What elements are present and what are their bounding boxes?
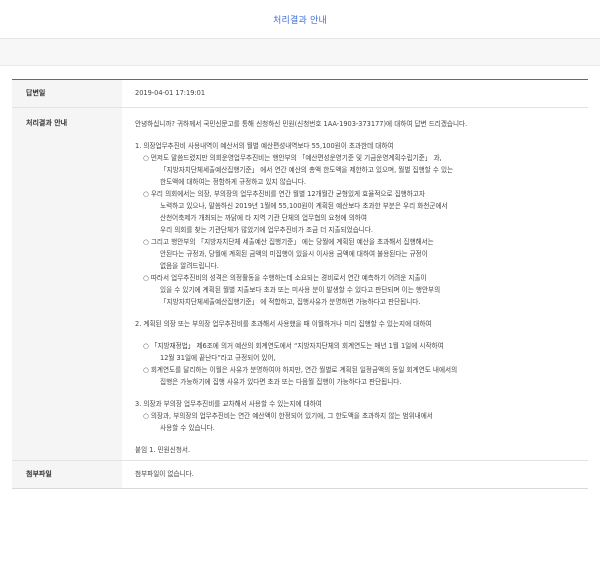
page-header: 처리결과 안내 (0, 0, 600, 39)
content-line: 한도액에 대하여는 정함하게 규정하고 있지 않습니다. (160, 178, 307, 186)
content-line: ○ 「지방재정법」 제6조에 의거 예산의 회계연도에서 “지방자치단체의 회계… (143, 342, 444, 350)
result-content-body: 안녕하십니까? 귀하께서 국민신문고를 통해 신청하신 민원(신청번호 1AA-… (122, 108, 588, 460)
content-line: 12월 31일에 끝난다”라고 규정되어 있어, (160, 354, 276, 362)
result-table: 답변일 2019-04-01 17:19:01 처리결과 안내 안녕하십니까? … (12, 79, 588, 489)
content-line: 안된다는 규정과, 당월에 계획된 금액의 미집행이 있을시 이사용 금액에 대… (160, 250, 428, 258)
result-content-row: 처리결과 안내 안녕하십니까? 귀하께서 국민신문고를 통해 신청하신 민원(신… (12, 108, 588, 461)
content-line: 1. 의장업무추진비 사용내역이 예산서의 월별 예산편성내역보다 55,100… (135, 142, 394, 150)
content-line: 붙임 1. 민원신청서. (135, 446, 191, 454)
content-line: 우리 의회를 찾는 기관단체가 많았기에 업무추진비가 조금 더 지출되었습니다… (160, 226, 373, 234)
content-line: 집행은 가능하기에 집행 사유가 있다면 초과 또는 다음월 집행이 가능하다고… (160, 378, 402, 386)
content-line: 안녕하십니까? 귀하께서 국민신문고를 통해 신청하신 민원(신청번호 1AA-… (135, 120, 468, 128)
content-line: ○ 의장과, 부의장의 업무추진비는 연간 예산액이 한정되어 있기에, 그 한… (143, 412, 433, 420)
content-line: 3. 의장과 부의장 업무추진비를 교차해서 사용할 수 있는지에 대하여 (135, 400, 322, 408)
attachment-value: 첨부파일이 없습니다. (135, 470, 194, 478)
answer-date-value: 2019-04-01 17:19:01 (135, 89, 206, 97)
attachment-label: 첨부파일 (12, 461, 122, 488)
attachment-row: 첨부파일 첨부파일이 없습니다. (12, 461, 588, 488)
result-content-label: 처리결과 안내 (12, 108, 122, 460)
answer-date-row: 답변일 2019-04-01 17:19:01 (12, 80, 588, 108)
content-line: ○ 그리고 행안부의 「지방자치단체 세출예산 집행기준」 에는 당월에 계획된… (143, 238, 434, 246)
content-line: 있을 수 있기에 계획된 월별 지출보다 초과 또는 미사용 분이 발생할 수 … (160, 286, 441, 294)
content-line: ○ 회계연도를 달리하는 이월은 사유가 분명하여야 하지만, 연간 월별로 계… (143, 366, 458, 374)
content-line: ○ 우리 의회에서는 의장, 부의장의 업무추진비를 연간 월별 12개월간 균… (143, 190, 425, 198)
content-line: 「지방자치단체세출예산집행기준」 에 적합하고, 집행사유가 분명하면 가능하다… (160, 298, 421, 306)
page-title: 처리결과 안내 (273, 15, 327, 26)
content-line: ○ 따라서 업무추진비의 성격은 의정활동을 수행하는데 소요되는 경비로서 연… (143, 274, 427, 282)
header-subbar (0, 39, 600, 66)
content-line: 산천어축제가 개최되는 까닭에 타 지역 기관 단체의 업무협의 요청에 의하여 (160, 214, 367, 222)
content-line: 없음을 알려드립니다. (160, 262, 219, 270)
content-line: 노력하고 있으나, 말씀하신 2019년 1월에 55,100원이 계획된 예산… (160, 202, 448, 210)
content-line: 「지방자치단체세출예산집행기준」 에서 연간 예산의 총액 한도액을 제한하고 … (160, 166, 454, 174)
answer-date-label: 답변일 (12, 80, 122, 107)
content-line: 사용할 수 있습니다. (160, 424, 215, 432)
content-line: 2. 계획된 의장 또는 부의장 업무추진비를 초과해서 사용했을 때 이월하거… (135, 320, 432, 328)
content-line: ○ 먼저도 말씀드렸지만 의회운영업무추진비는 행안부의 「예산편성운영기준 및… (143, 154, 442, 162)
